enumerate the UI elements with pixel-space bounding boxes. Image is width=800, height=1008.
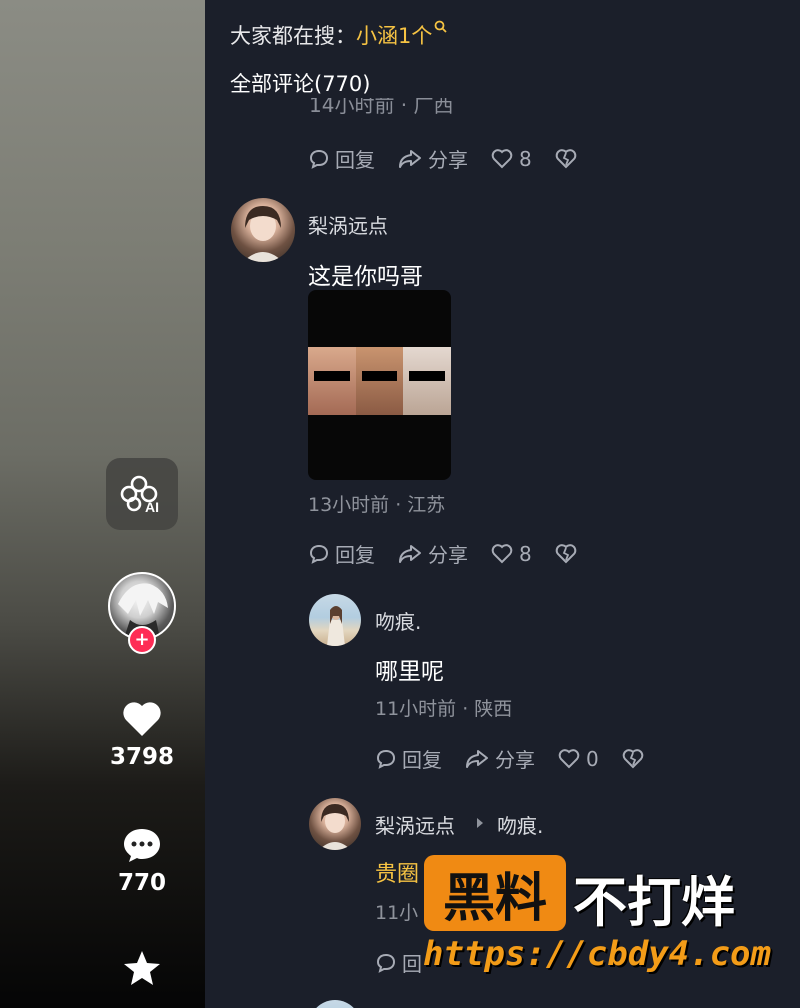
reply-meta: 11小 xyxy=(375,902,419,924)
reply-bubble-icon xyxy=(309,544,329,564)
comment-bubble-icon[interactable] xyxy=(122,826,162,864)
share-button[interactable]: 分享 xyxy=(397,539,468,568)
dislike-button[interactable] xyxy=(554,543,583,565)
comment-photo xyxy=(308,347,451,415)
reply-meta: 11小时前 · 陕西 xyxy=(375,698,513,720)
previous-comment-meta: 14小时前 · 广西 xyxy=(309,98,454,117)
reply-bubble-icon xyxy=(376,749,396,769)
avatar-image xyxy=(327,606,345,646)
heart-outline-icon xyxy=(491,148,513,168)
like-button[interactable]: 8 xyxy=(490,147,532,171)
dislike-button[interactable] xyxy=(621,748,650,770)
comment-actions: 回复 分享 8 xyxy=(308,144,583,173)
photo-face xyxy=(308,347,356,415)
share-arrow-icon xyxy=(466,749,488,768)
share-button[interactable]: 分享 xyxy=(397,144,468,173)
broken-heart-icon xyxy=(555,543,577,563)
reply-username[interactable]: 梨涡远点 xyxy=(375,810,455,839)
favorite-action[interactable] xyxy=(100,948,184,988)
ai-button[interactable]: AI xyxy=(106,458,178,530)
comment-username[interactable]: 梨涡远点 xyxy=(308,210,388,239)
avatar-image xyxy=(243,206,283,262)
watermark-url: https://cbdy4.com xyxy=(423,934,771,974)
comment-action[interactable]: 770 xyxy=(100,826,184,896)
search-suggestion[interactable]: 大家都在搜：小涵1个 xyxy=(230,20,448,50)
comment-actions: 回复 分享 8 xyxy=(308,539,583,568)
reply-arrow-icon xyxy=(477,818,483,828)
like-count: 8 xyxy=(519,541,532,566)
broken-heart-icon xyxy=(622,748,644,768)
search-keyword[interactable]: 小涵1个 xyxy=(356,24,432,48)
heart-outline-icon xyxy=(558,748,580,768)
photo-face xyxy=(403,347,451,415)
search-prefix: 大家都在搜： xyxy=(230,24,356,48)
comments-count: 770 xyxy=(117,870,166,896)
reply-actions: 回复 分享 0 xyxy=(375,744,650,773)
comment-meta: 13小时前 · 江苏 xyxy=(308,494,446,516)
reply-button[interactable]: 回 xyxy=(375,948,422,977)
watermark-badge: 黑料 xyxy=(424,855,566,931)
follow-plus-button[interactable]: + xyxy=(128,626,156,654)
reply-text: 哪里呢 xyxy=(375,659,444,685)
like-count: 8 xyxy=(519,146,532,171)
comments-title: 全部评论(770) xyxy=(230,72,371,96)
reply-button[interactable]: 回复 xyxy=(375,744,442,773)
like-action[interactable]: 3798 xyxy=(100,700,184,770)
like-button[interactable]: 0 xyxy=(557,747,599,771)
ai-flower-icon: AI xyxy=(120,475,159,515)
comment-text: 这是你吗哥 xyxy=(308,264,423,290)
reply-avatar[interactable] xyxy=(309,594,361,646)
reply-avatar[interactable] xyxy=(309,798,361,850)
avatar-image xyxy=(319,804,351,850)
like-button[interactable]: 8 xyxy=(490,542,532,566)
watermark: 黑料 不打烊 https://cbdy4.com xyxy=(421,852,791,982)
comment-image[interactable] xyxy=(308,290,451,480)
share-arrow-icon xyxy=(399,544,421,563)
likes-count: 3798 xyxy=(109,744,174,770)
reply-target-username[interactable]: 吻痕. xyxy=(497,810,543,839)
heart-icon[interactable] xyxy=(121,700,163,738)
heart-outline-icon xyxy=(491,543,513,563)
share-button[interactable]: 分享 xyxy=(464,744,535,773)
next-comment-avatar[interactable] xyxy=(309,1000,361,1008)
share-arrow-icon xyxy=(399,149,421,168)
reply-button[interactable]: 回复 xyxy=(308,539,375,568)
reply-bubble-icon xyxy=(376,953,396,973)
reply-button[interactable]: 回复 xyxy=(308,144,375,173)
reply-text: 贵圈 xyxy=(375,862,420,887)
dislike-button[interactable] xyxy=(554,148,583,170)
search-icon xyxy=(434,20,448,33)
ai-label: AI xyxy=(145,499,159,515)
like-count: 0 xyxy=(586,746,599,771)
reply-bubble-icon xyxy=(309,149,329,169)
watermark-text: 不打烊 xyxy=(573,871,735,934)
star-icon[interactable] xyxy=(122,948,162,988)
photo-face xyxy=(355,347,404,415)
reply-username[interactable]: 吻痕. xyxy=(375,606,421,635)
comment-avatar[interactable] xyxy=(231,198,295,262)
broken-heart-icon xyxy=(555,148,577,168)
